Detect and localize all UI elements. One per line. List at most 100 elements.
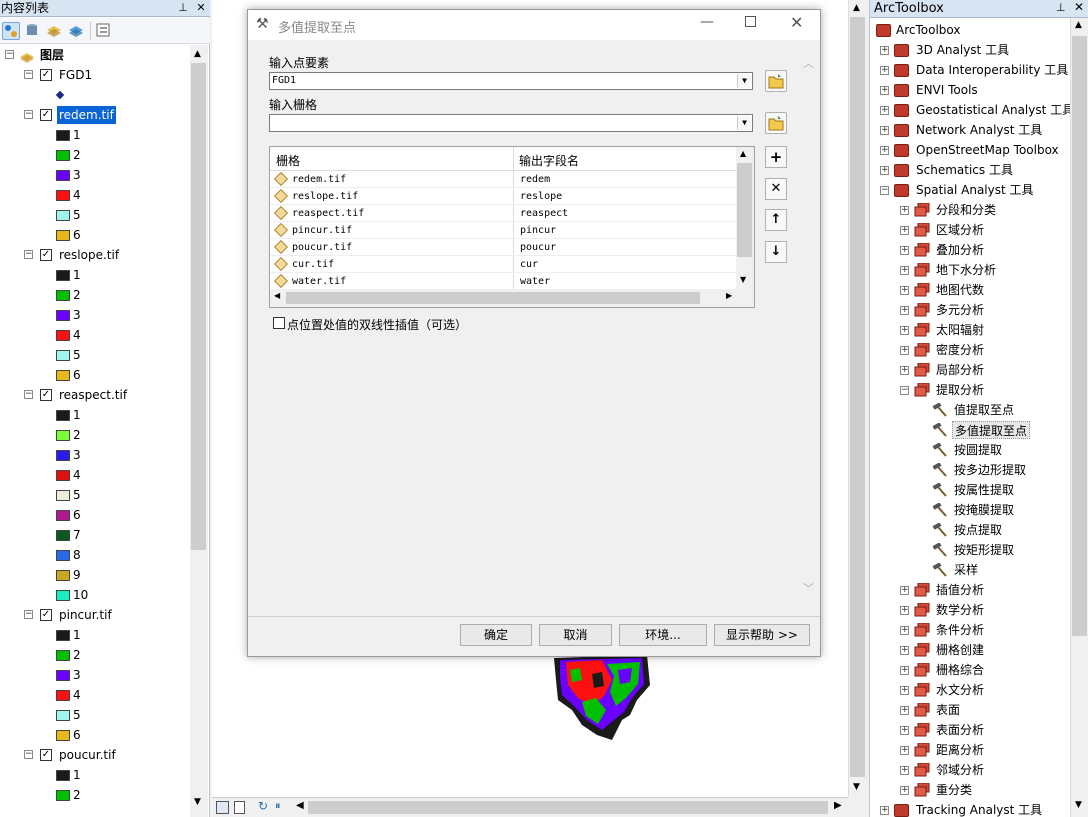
list-by-source-icon[interactable] <box>24 22 42 40</box>
horizontal-scroll-thumb[interactable] <box>308 801 828 814</box>
layer-visibility-checkbox[interactable]: ✓ <box>40 389 52 401</box>
toolbox-item[interactable]: + OpenStreetMap Toolbox <box>870 140 1070 160</box>
expand-icon[interactable]: + <box>880 46 889 55</box>
toolset-item[interactable]: + 太阳辐射 <box>870 320 1070 340</box>
expand-icon[interactable]: − <box>900 386 909 395</box>
field-cell[interactable]: water <box>520 273 550 290</box>
toolset-item[interactable]: + 地图代数 <box>870 280 1070 300</box>
scroll-up-icon[interactable]: ▲ <box>853 3 860 13</box>
refresh-icon[interactable]: ↻ <box>258 799 268 813</box>
expand-icon[interactable]: + <box>900 766 909 775</box>
layer-visibility-checkbox[interactable]: ✓ <box>40 69 52 81</box>
toolset-item-label[interactable]: 插值分析 <box>934 581 986 599</box>
toolset-item-label[interactable]: 太阳辐射 <box>934 321 986 339</box>
collapse-icon[interactable]: − <box>24 610 33 619</box>
scroll-thumb[interactable] <box>1072 36 1087 636</box>
toolset-item-label[interactable]: 数学分析 <box>934 601 986 619</box>
table-row[interactable]: pincur.tif pincur <box>270 222 736 239</box>
toolset-item[interactable]: − 提取分析 <box>870 380 1070 400</box>
expand-icon[interactable]: + <box>880 166 889 175</box>
toolset-item[interactable]: + 栅格创建 <box>870 640 1070 660</box>
expand-icon[interactable]: + <box>900 306 909 315</box>
table-row[interactable]: water.tif water <box>270 273 736 290</box>
tool-item-label[interactable]: 按矩形提取 <box>952 541 1016 559</box>
expand-icon[interactable]: + <box>900 786 909 795</box>
layer-row[interactable]: − ✓ pincur.tif <box>0 605 190 625</box>
tool-item[interactable]: 按属性提取 <box>870 480 1070 500</box>
chevron-down-icon[interactable]: ▼ <box>737 74 751 88</box>
field-cell[interactable]: pincur <box>520 222 556 239</box>
bilinear-checkbox[interactable] <box>273 317 285 329</box>
expand-icon[interactable]: + <box>880 126 889 135</box>
toolset-item[interactable]: + 表面 <box>870 700 1070 720</box>
maximize-icon[interactable] <box>745 16 756 27</box>
toolbox-item-label[interactable]: Schematics 工具 <box>914 161 1015 179</box>
collapse-icon[interactable]: − <box>24 390 33 399</box>
toolset-item[interactable]: + 条件分析 <box>870 620 1070 640</box>
expand-icon[interactable]: + <box>900 346 909 355</box>
layer-row[interactable]: − ✓ redem.tif <box>0 105 190 125</box>
expand-icon[interactable]: + <box>900 586 909 595</box>
field-cell[interactable]: reslope <box>520 188 562 205</box>
expand-icon[interactable]: + <box>880 806 889 815</box>
cancel-button[interactable]: 取消 <box>539 624 612 646</box>
toolset-item[interactable]: + 数学分析 <box>870 600 1070 620</box>
pin-icon[interactable]: ⊥ <box>176 0 190 16</box>
tool-item[interactable]: 按掩膜提取 <box>870 500 1070 520</box>
toolset-item[interactable]: + 多元分析 <box>870 300 1070 320</box>
move-up-button[interactable]: ↑ <box>765 209 787 231</box>
toolset-item-label[interactable]: 栅格综合 <box>934 661 986 679</box>
scroll-down-icon[interactable]: ▼ <box>1075 800 1082 810</box>
expand-icon[interactable]: + <box>900 366 909 375</box>
environments-button[interactable]: 环境... <box>619 624 707 646</box>
layer-row[interactable]: − ✓ reslope.tif <box>0 245 190 265</box>
expand-icon[interactable]: + <box>900 726 909 735</box>
collapse-icon[interactable]: − <box>24 750 33 759</box>
expand-icon[interactable]: + <box>900 286 909 295</box>
expand-icon[interactable]: + <box>900 746 909 755</box>
tool-item-label[interactable]: 按属性提取 <box>952 481 1016 499</box>
scroll-left-icon[interactable]: ◀ <box>296 800 304 811</box>
toolbox-item-label[interactable]: OpenStreetMap Toolbox <box>914 141 1061 159</box>
expand-icon[interactable]: + <box>900 686 909 695</box>
scroll-up-icon[interactable]: ▲ <box>1075 20 1082 30</box>
field-cell[interactable]: cur <box>520 256 538 273</box>
table-row[interactable]: redem.tif redem <box>270 171 736 188</box>
toolset-item[interactable]: + 邻域分析 <box>870 760 1070 780</box>
layer-name[interactable]: pincur.tif <box>57 606 114 624</box>
show-help-button[interactable]: 显示帮助 >> <box>714 624 810 646</box>
scroll-thumb[interactable] <box>191 63 206 550</box>
toolbox-item-label[interactable]: ENVI Tools <box>914 81 980 99</box>
toolset-item-label[interactable]: 表面分析 <box>934 721 986 739</box>
toolset-item[interactable]: + 分段和分类 <box>870 200 1070 220</box>
toolset-item[interactable]: + 局部分析 <box>870 360 1070 380</box>
expand-icon[interactable]: + <box>900 646 909 655</box>
toolbox-item-label[interactable]: Spatial Analyst 工具 <box>914 181 1036 199</box>
toolset-item[interactable]: + 栅格综合 <box>870 660 1070 680</box>
layer-row[interactable]: − ✓ FGD1 <box>0 65 190 85</box>
toolset-item-label[interactable]: 提取分析 <box>934 381 986 399</box>
toolset-item-label[interactable]: 多元分析 <box>934 301 986 319</box>
expand-icon[interactable]: + <box>900 666 909 675</box>
toolbox-item-label[interactable]: Data Interoperability 工具 <box>914 61 1070 79</box>
collapse-icon[interactable]: − <box>5 50 14 59</box>
tool-item-label[interactable]: 按多边形提取 <box>952 461 1028 479</box>
chevron-down-icon[interactable]: ▼ <box>737 116 751 130</box>
layer-visibility-checkbox[interactable]: ✓ <box>40 609 52 621</box>
tool-item[interactable]: 多值提取至点 <box>870 420 1070 440</box>
pin-icon[interactable]: ⊥ <box>1056 1 1066 14</box>
toolset-item-label[interactable]: 局部分析 <box>934 361 986 379</box>
scroll-right-icon[interactable]: ▶ <box>726 291 732 300</box>
expand-icon[interactable]: + <box>900 206 909 215</box>
tool-item[interactable]: 值提取至点 <box>870 400 1070 420</box>
toolbox-item-label[interactable]: Tracking Analyst 工具 <box>914 801 1044 817</box>
toolset-item[interactable]: + 插值分析 <box>870 580 1070 600</box>
field-cell[interactable]: redem <box>520 171 550 188</box>
expand-icon[interactable]: + <box>900 326 909 335</box>
tool-item-label[interactable]: 按点提取 <box>952 521 1004 539</box>
layer-name[interactable]: reaspect.tif <box>57 386 129 404</box>
ok-button[interactable]: 确定 <box>460 624 532 646</box>
toolset-item-label[interactable]: 条件分析 <box>934 621 986 639</box>
layer-row[interactable]: − ✓ reaspect.tif <box>0 385 190 405</box>
toolbox-item-label[interactable]: Network Analyst 工具 <box>914 121 1044 139</box>
